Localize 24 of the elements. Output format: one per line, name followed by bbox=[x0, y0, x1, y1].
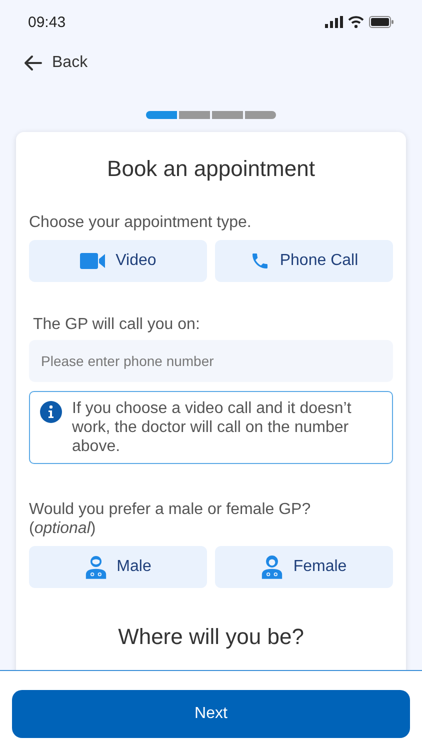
doctor-icon bbox=[261, 555, 284, 579]
prompt-text: Choose your appointment type. bbox=[29, 214, 252, 232]
male-option-button[interactable]: Male bbox=[29, 546, 207, 588]
video-camera-icon bbox=[80, 252, 106, 270]
doctor-icon bbox=[84, 555, 107, 579]
female-option-button[interactable]: Female bbox=[215, 546, 393, 588]
optional-note: (optional) bbox=[29, 519, 97, 538]
section-title: Where will you be? bbox=[117, 624, 305, 650]
next-button[interactable]: Next bbox=[12, 690, 410, 738]
signal-icon bbox=[325, 16, 343, 28]
phone-icon bbox=[250, 251, 270, 271]
back-button[interactable]: Back bbox=[20, 48, 92, 78]
video-option-button[interactable]: Video bbox=[29, 240, 207, 282]
phone-input-field[interactable]: Please enter phone number bbox=[29, 340, 393, 382]
battery-icon bbox=[369, 16, 394, 28]
status-time: 09:43 bbox=[28, 14, 66, 30]
info-icon bbox=[40, 401, 62, 423]
wifi-icon bbox=[348, 16, 364, 28]
back-arrow-icon bbox=[24, 55, 42, 71]
card-title: Book an appointment bbox=[106, 156, 316, 182]
phone-option-button[interactable]: Phone Call bbox=[215, 240, 393, 282]
prompt-text: Would you prefer a male or female GP? bbox=[29, 500, 312, 519]
field-label: The GP will call you on: bbox=[33, 316, 201, 334]
info-text: If you choose a video call and it doesn’t work, the doctor will call on the number above. bbox=[72, 399, 352, 456]
